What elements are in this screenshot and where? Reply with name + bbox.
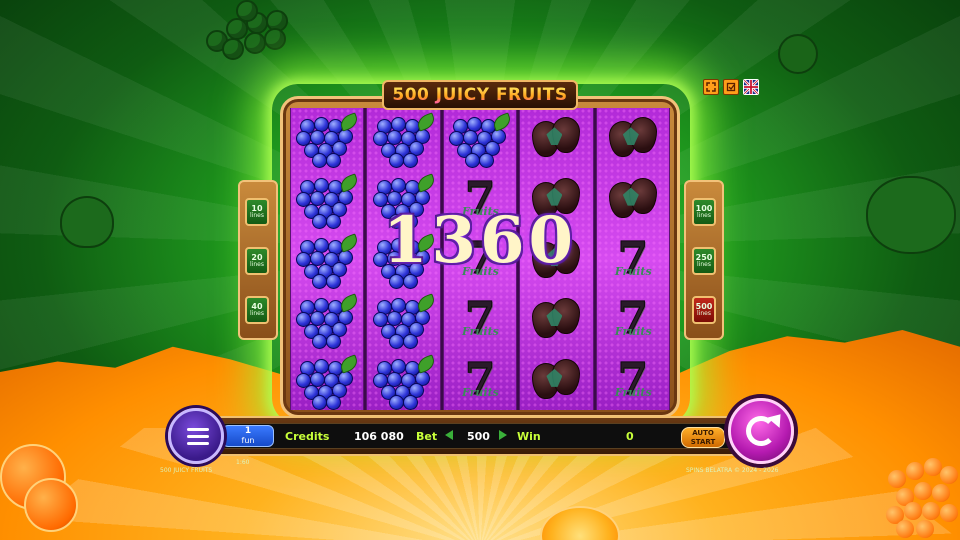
- lime-decoration-top-right: [778, 34, 818, 74]
- lines-label: lines: [697, 261, 711, 269]
- apple-decoration-right: [866, 176, 956, 254]
- strawberry-icon: [605, 113, 661, 163]
- denomination-value: 1: [244, 426, 252, 436]
- credits-label: Credits: [285, 430, 330, 443]
- reel-cell: [597, 108, 669, 168]
- lines-label: lines: [250, 212, 264, 220]
- reel-cell: 7 Fruits: [597, 289, 669, 349]
- reel-cell: [291, 168, 363, 229]
- grapes-icon: [372, 293, 437, 350]
- grapes-icon: [296, 293, 361, 350]
- credits-value: 106 080: [354, 430, 404, 443]
- bet-increase-button[interactable]: [499, 430, 507, 440]
- lines-40-button[interactable]: 40 lines: [245, 296, 269, 324]
- auto-label: AUTO: [692, 429, 714, 437]
- menu-button[interactable]: [168, 408, 224, 464]
- grapes-icon: [449, 112, 513, 169]
- reel-cell: 7 Fruits: [444, 289, 516, 349]
- win-amount-display: 1360: [382, 202, 578, 278]
- grapes-icon: [372, 354, 437, 410]
- win-label: Win: [517, 430, 541, 443]
- seven-icon: 7 Fruits: [454, 294, 506, 344]
- grapes-icon: [296, 354, 361, 410]
- denomination-button[interactable]: 1 fun: [222, 425, 274, 447]
- reel-cell: [520, 350, 592, 410]
- reel-cell: [520, 108, 592, 168]
- strawberry-icon: [528, 113, 584, 163]
- reel-cell: [367, 350, 439, 410]
- lines-20-button[interactable]: 20 lines: [245, 247, 269, 275]
- bet-label: Bet: [416, 430, 438, 443]
- seven-icon: 7 Fruits: [607, 294, 659, 344]
- reel-1: [290, 108, 365, 410]
- bet-value: 500: [467, 430, 490, 443]
- reel-cell: [367, 108, 439, 169]
- footer-mini-text: 1:60: [236, 459, 250, 466]
- lines-100-button[interactable]: 100 lines: [692, 198, 716, 226]
- reel-cell: [291, 289, 363, 350]
- grapes-icon: [296, 112, 361, 169]
- reel-cell: [291, 229, 363, 290]
- seven-icon: 7 Fruits: [607, 355, 659, 405]
- game-title-plate: 500 JUICY FRUITS: [382, 80, 578, 110]
- reel-cell: [291, 108, 363, 169]
- info-icon[interactable]: [723, 79, 739, 95]
- reel-cell: [291, 350, 363, 410]
- lines-label: lines: [250, 310, 264, 318]
- reel-cell: 7 Fruits: [597, 229, 669, 289]
- lines-label: lines: [250, 261, 264, 269]
- spin-button[interactable]: [728, 398, 794, 464]
- footer-copyright: SPINS BELATRA © 2024 - 2026: [686, 467, 779, 474]
- grapes-icon: [296, 233, 361, 290]
- seven-icon: 7 Fruits: [454, 355, 506, 405]
- denomination-unit: fun: [241, 436, 255, 445]
- strawberry-icon: [528, 294, 584, 344]
- strawberry-decoration-left: [60, 196, 114, 248]
- reel-cell: [520, 289, 592, 349]
- reel-cell: [367, 289, 439, 350]
- lines-500-button[interactable]: 500 lines: [692, 296, 716, 324]
- orange-decoration-left-2: [24, 478, 78, 532]
- bet-decrease-button[interactable]: [445, 430, 453, 440]
- seven-icon: 7 Fruits: [607, 234, 659, 284]
- reel-cell: 7 Fruits: [597, 350, 669, 410]
- lines-250-button[interactable]: 250 lines: [692, 247, 716, 275]
- win-value: 0: [626, 430, 634, 443]
- seven-word: Fruits: [614, 325, 652, 339]
- seven-word: Fruits: [614, 265, 652, 279]
- game-title: 500 JUICY FRUITS: [392, 85, 568, 105]
- reel-cell: [444, 108, 516, 169]
- seven-word: Fruits: [462, 385, 499, 399]
- reel-5: 7 Fruits 7 Fruits 7 Fruits: [595, 108, 671, 410]
- auto-start-button[interactable]: AUTO START: [681, 427, 725, 448]
- grapes-icon: [372, 112, 437, 169]
- fullscreen-icon[interactable]: [703, 79, 719, 95]
- grapes-icon: [296, 172, 361, 229]
- start-label: START: [690, 438, 716, 446]
- strawberry-icon: [605, 174, 661, 224]
- reel-cell: [597, 168, 669, 228]
- seven-word: Fruits: [462, 325, 499, 339]
- strawberry-icon: [528, 355, 584, 405]
- lines-label: lines: [697, 212, 711, 220]
- footer-game-name: 500 JUICY FRUITS: [160, 467, 213, 474]
- lines-label: lines: [697, 310, 711, 318]
- reel-cell: 7 Fruits: [444, 350, 516, 410]
- seven-word: Fruits: [614, 385, 652, 399]
- lines-10-button[interactable]: 10 lines: [245, 198, 269, 226]
- uk-flag-icon[interactable]: [743, 79, 759, 95]
